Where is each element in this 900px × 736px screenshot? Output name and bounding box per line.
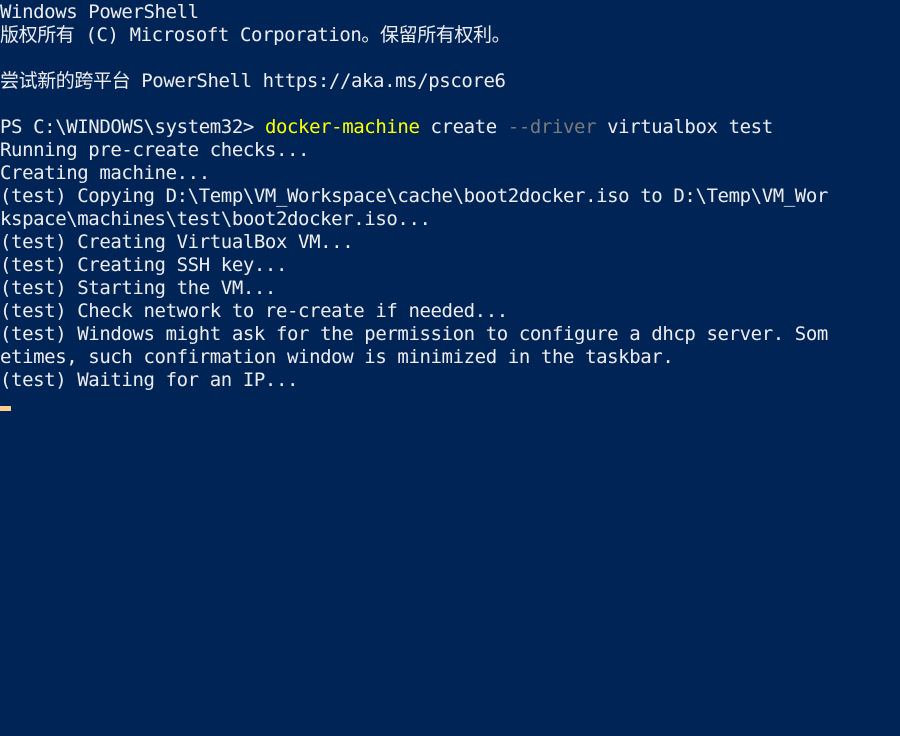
command-argument: create (419, 116, 508, 138)
copyright-line: 版权所有 (C) Microsoft Corporation。保留所有权利。 (0, 24, 511, 46)
output-line: kspace\machines\test\boot2docker.iso... (0, 208, 431, 230)
powershell-console[interactable]: Windows PowerShell 版权所有 (C) Microsoft Co… (0, 0, 900, 736)
output-line: etimes, such confirmation window is mini… (0, 346, 674, 368)
prompt-path: PS C:\WINDOWS\system32> (0, 116, 265, 138)
command-name: docker-machine (264, 116, 420, 138)
output-line: (test) Check network to re-create if nee… (0, 300, 508, 322)
pscore-hint-line: 尝试新的跨平台 PowerShell https://aka.ms/pscore… (0, 70, 506, 92)
console-header-line: Windows PowerShell (0, 1, 199, 23)
output-line: Running pre-create checks... (0, 139, 310, 161)
output-line: (test) Waiting for an IP... (0, 369, 299, 391)
output-line: Creating machine... (0, 162, 210, 184)
command-prompt-line: PS C:\WINDOWS\system32> docker-machine c… (0, 116, 900, 139)
output-line: (test) Copying D:\Temp\VM_Workspace\cach… (0, 185, 828, 207)
output-line: (test) Creating SSH key... (0, 254, 288, 276)
command-parameter: --driver (507, 116, 597, 138)
output-line: (test) Creating VirtualBox VM... (0, 231, 354, 253)
output-line: (test) Starting the VM... (0, 277, 276, 299)
output-line: (test) Windows might ask for the permiss… (0, 323, 828, 345)
command-argument: virtualbox test (596, 116, 773, 138)
text-cursor (0, 406, 11, 411)
